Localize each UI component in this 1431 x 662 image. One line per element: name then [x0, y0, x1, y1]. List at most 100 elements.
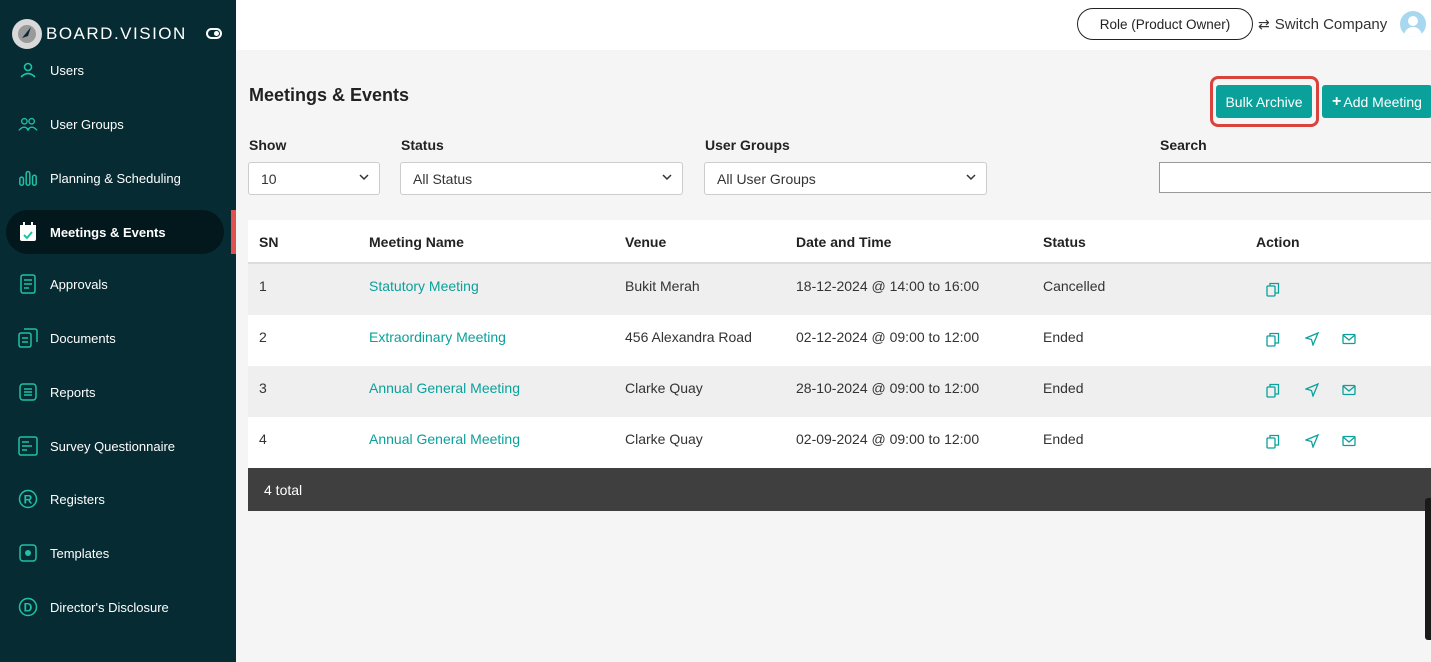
- cell-sn: 2: [259, 329, 267, 345]
- sidebar-item-label: Registers: [50, 491, 105, 507]
- status-label: Status: [401, 137, 444, 153]
- search-label: Search: [1160, 137, 1207, 153]
- chevron-down-icon: [662, 174, 672, 181]
- brand[interactable]: BOARD.VISION: [12, 18, 187, 50]
- meeting-name-link[interactable]: Statutory Meeting: [369, 278, 479, 294]
- copy-icon[interactable]: [1265, 382, 1281, 398]
- sidebar-item-label: User Groups: [50, 116, 124, 132]
- search-input[interactable]: [1159, 162, 1431, 193]
- survey-icon: [18, 436, 38, 456]
- list-icon: [18, 382, 38, 402]
- plus-icon: +: [1332, 92, 1342, 110]
- cell-datetime: 28-10-2024 @ 09:00 to 12:00: [796, 380, 980, 396]
- sidebar-item-templates[interactable]: Templates: [6, 531, 224, 575]
- show-label: Show: [249, 137, 287, 153]
- add-meeting-button[interactable]: + Add Meeting: [1322, 85, 1431, 118]
- copy-icon[interactable]: [1265, 281, 1281, 297]
- cell-sn: 1: [259, 278, 267, 294]
- column-header-date-time: Date and Time: [796, 234, 892, 250]
- total-count: 4 total: [264, 482, 303, 498]
- svg-text:R: R: [24, 493, 33, 507]
- sidebar-item-approvals[interactable]: Approvals: [6, 262, 224, 306]
- sidebar-item-label: Planning & Scheduling: [50, 170, 181, 186]
- cell-status: Ended: [1043, 329, 1084, 345]
- table-row: 4 Annual General Meeting Clarke Quay 02-…: [248, 417, 1431, 468]
- mail-icon[interactable]: [1341, 331, 1357, 347]
- chevron-down-icon: [966, 174, 976, 181]
- sidebar-item-planning[interactable]: Planning & Scheduling: [6, 156, 224, 200]
- role-button[interactable]: Role (Product Owner): [1077, 8, 1253, 40]
- send-icon[interactable]: [1304, 331, 1320, 347]
- cell-status: Ended: [1043, 380, 1084, 396]
- send-icon[interactable]: [1304, 382, 1320, 398]
- brand-logo-icon: [12, 19, 42, 49]
- table-row: 1 Statutory Meeting Bukit Merah 18-12-20…: [248, 264, 1431, 315]
- show-select[interactable]: 10: [248, 162, 380, 195]
- show-value: 10: [261, 170, 277, 187]
- status-value: All Status: [413, 170, 473, 187]
- meeting-name-link[interactable]: Annual General Meeting: [369, 380, 520, 396]
- sidebar-item-survey[interactable]: Survey Questionnaire: [6, 424, 224, 468]
- user-groups-select[interactable]: All User Groups: [704, 162, 987, 195]
- status-select[interactable]: All Status: [400, 162, 683, 195]
- cell-sn: 4: [259, 431, 267, 447]
- cell-venue: Clarke Quay: [625, 431, 703, 447]
- swap-icon: ⇄: [1258, 15, 1270, 32]
- user-icon: [18, 60, 38, 80]
- svg-text:D: D: [24, 601, 33, 615]
- template-icon: [18, 543, 38, 563]
- column-header-venue: Venue: [625, 234, 667, 250]
- column-header-status: Status: [1043, 234, 1086, 250]
- documents-icon: [18, 328, 38, 348]
- calendar-check-icon: [18, 222, 38, 242]
- add-meeting-label: Add Meeting: [1343, 93, 1422, 110]
- d-circle-icon: D: [18, 597, 38, 617]
- chevron-down-icon: [359, 174, 369, 181]
- cell-venue: 456 Alexandra Road: [625, 329, 752, 345]
- brand-name: BOARD.VISION: [46, 24, 187, 43]
- cell-datetime: 18-12-2024 @ 14:00 to 16:00: [796, 278, 980, 294]
- sidebar-item-registers[interactable]: R Registers: [6, 477, 224, 521]
- registered-icon: R: [18, 489, 38, 509]
- bulk-archive-button[interactable]: Bulk Archive: [1216, 85, 1312, 118]
- sidebar-item-label: Documents: [50, 330, 116, 346]
- table-row: 3 Annual General Meeting Clarke Quay 28-…: [248, 366, 1431, 417]
- meeting-name-link[interactable]: Extraordinary Meeting: [369, 329, 506, 345]
- sidebar-item-disclosure[interactable]: D Director's Disclosure: [6, 585, 224, 629]
- column-header-meeting-name: Meeting Name: [369, 234, 464, 250]
- switch-company-link[interactable]: ⇄ Switch Company: [1258, 12, 1387, 36]
- sidebar: BOARD.VISION Users User Groups Planning …: [0, 0, 236, 662]
- sidebar-item-label: Reports: [50, 384, 96, 400]
- sidebar-item-user-groups[interactable]: User Groups: [6, 102, 224, 146]
- document-check-icon: [18, 274, 38, 294]
- user-groups-value: All User Groups: [717, 170, 816, 187]
- meeting-name-link[interactable]: Annual General Meeting: [369, 431, 520, 447]
- mail-icon[interactable]: [1341, 433, 1357, 449]
- mail-icon[interactable]: [1341, 382, 1357, 398]
- sidebar-item-documents[interactable]: Documents: [6, 316, 224, 360]
- copy-icon[interactable]: [1265, 433, 1281, 449]
- sidebar-item-label: Users: [50, 62, 84, 78]
- feedback-tab[interactable]: [1425, 498, 1431, 640]
- sidebar-toggle-icon[interactable]: [206, 28, 222, 39]
- sidebar-item-users[interactable]: Users: [6, 48, 224, 92]
- switch-company-label: Switch Company: [1274, 15, 1388, 33]
- table-footer: 4 total: [248, 468, 1431, 511]
- sidebar-item-label: Templates: [50, 545, 110, 561]
- sidebar-item-label: Survey Questionnaire: [50, 438, 176, 454]
- sidebar-item-reports[interactable]: Reports: [6, 370, 224, 414]
- column-header-action: Action: [1256, 234, 1300, 250]
- sidebar-item-label: Approvals: [50, 276, 108, 292]
- avatar[interactable]: [1400, 11, 1426, 37]
- cell-datetime: 02-12-2024 @ 09:00 to 12:00: [796, 329, 980, 345]
- user-groups-label: User Groups: [705, 137, 790, 153]
- cell-venue: Clarke Quay: [625, 380, 703, 396]
- table-row: 2 Extraordinary Meeting 456 Alexandra Ro…: [248, 315, 1431, 366]
- sidebar-item-label: Meetings & Events: [50, 224, 166, 240]
- send-icon[interactable]: [1304, 433, 1320, 449]
- cell-status: Ended: [1043, 431, 1084, 447]
- copy-icon[interactable]: [1265, 331, 1281, 347]
- cell-sn: 3: [259, 380, 267, 396]
- sidebar-item-meetings[interactable]: Meetings & Events: [6, 210, 224, 254]
- table-header: SN Meeting Name Venue Date and Time Stat…: [248, 220, 1431, 264]
